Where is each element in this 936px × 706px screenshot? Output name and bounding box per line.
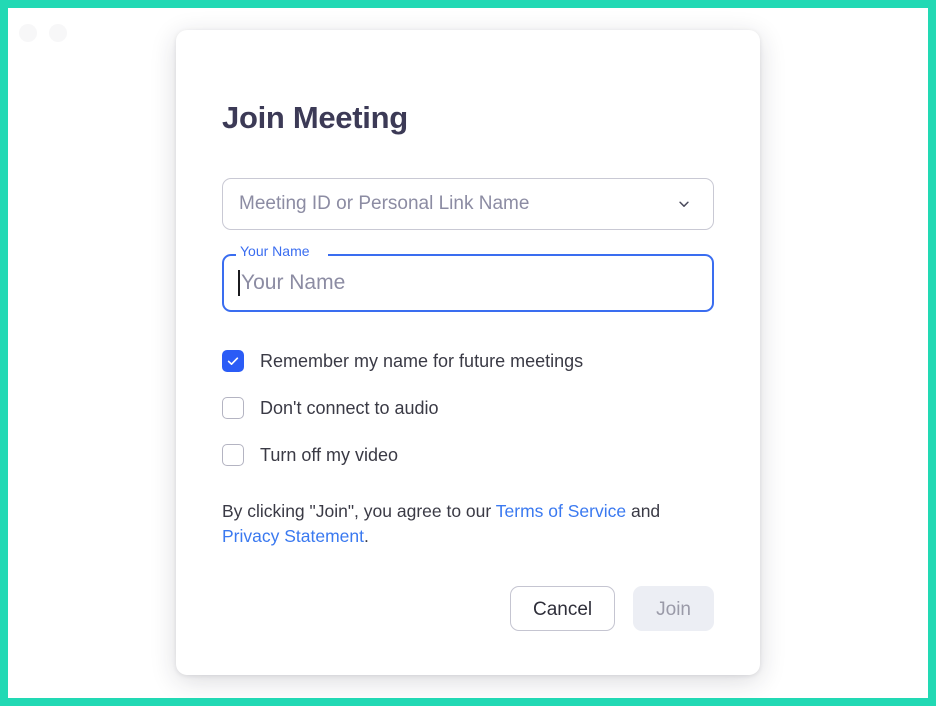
meeting-id-combobox[interactable]: Meeting ID or Personal Link Name bbox=[222, 178, 714, 230]
legal-text: By clicking "Join", you agree to our Ter… bbox=[222, 499, 692, 549]
privacy-statement-link[interactable]: Privacy Statement bbox=[222, 526, 364, 546]
checkbox-turn-off-video[interactable] bbox=[222, 444, 244, 466]
option-label-remember-name: Remember my name for future meetings bbox=[260, 350, 584, 371]
chevron-down-icon[interactable] bbox=[677, 197, 691, 211]
window-controls[interactable] bbox=[19, 24, 67, 42]
cancel-button[interactable]: Cancel bbox=[509, 586, 616, 631]
options-list: Remember my name for future meetings Don… bbox=[222, 346, 714, 470]
dialog-footer: Cancel Join bbox=[509, 586, 714, 631]
your-name-placeholder: Your Name bbox=[241, 271, 346, 294]
terms-of-service-link[interactable]: Terms of Service bbox=[496, 501, 626, 521]
option-label-turn-off-video: Turn off my video bbox=[260, 444, 399, 465]
option-turn-off-video[interactable]: Turn off my video bbox=[222, 440, 714, 470]
option-label-dont-connect-audio: Don't connect to audio bbox=[260, 397, 439, 418]
page-title: Join Meeting bbox=[222, 100, 408, 135]
your-name-input[interactable]: Your Name bbox=[238, 254, 698, 312]
text-caret bbox=[238, 270, 240, 296]
option-remember-name[interactable]: Remember my name for future meetings bbox=[222, 346, 714, 376]
screenshot-frame: Join Meeting Meeting ID or Personal Link… bbox=[0, 0, 936, 706]
meeting-id-input[interactable]: Meeting ID or Personal Link Name bbox=[239, 193, 677, 215]
checkbox-remember-name[interactable] bbox=[222, 350, 244, 372]
legal-middle: and bbox=[626, 501, 661, 521]
legal-suffix: . bbox=[364, 526, 369, 546]
legal-prefix: By clicking "Join", you agree to our bbox=[222, 501, 496, 521]
checkbox-dont-connect-audio[interactable] bbox=[222, 397, 244, 419]
option-dont-connect-audio[interactable]: Don't connect to audio bbox=[222, 393, 714, 423]
checkmark-icon bbox=[227, 357, 239, 365]
maximize-dot-icon[interactable] bbox=[49, 24, 67, 42]
minimize-dot-icon[interactable] bbox=[19, 24, 37, 42]
app-window: Join Meeting Meeting ID or Personal Link… bbox=[8, 8, 928, 698]
join-button[interactable]: Join bbox=[633, 586, 714, 631]
your-name-field[interactable]: Your Name Your Name bbox=[222, 244, 714, 312]
join-meeting-dialog: Join Meeting Meeting ID or Personal Link… bbox=[176, 30, 760, 675]
